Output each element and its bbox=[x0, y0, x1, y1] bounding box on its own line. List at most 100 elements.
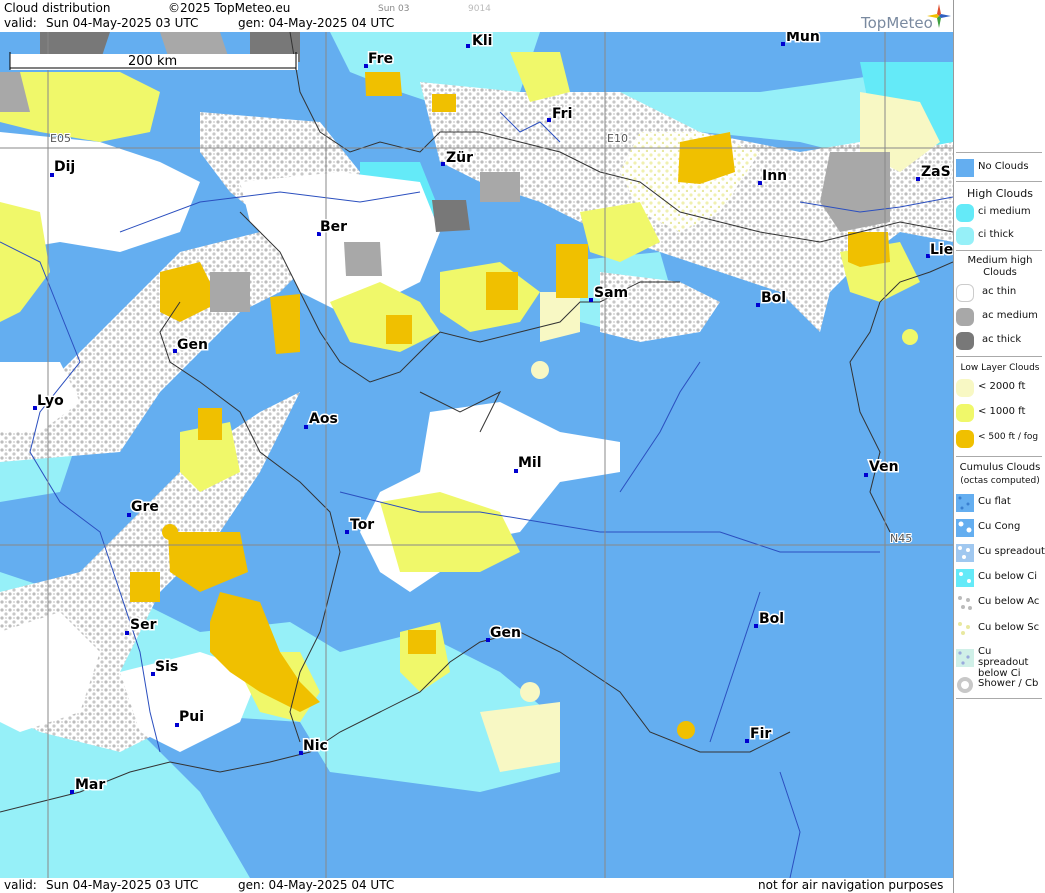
legend-cu-spreadout: Cu spreadout bbox=[954, 542, 1045, 564]
swatch-cu-cong bbox=[956, 519, 974, 537]
city-label: Tor bbox=[350, 517, 374, 533]
swatch-cu-below-ci bbox=[956, 569, 974, 587]
legend-cu-below-sc: Cu below Sc bbox=[954, 618, 1045, 640]
city-label: Mil bbox=[518, 455, 542, 471]
ac-medium-area bbox=[344, 242, 382, 276]
small-code: 9014 bbox=[468, 4, 491, 14]
legend-ci-medium: ci medium bbox=[954, 202, 1045, 224]
legend-low-1000: < 1000 ft bbox=[954, 402, 1045, 424]
city-label: Dij bbox=[54, 159, 75, 175]
legend-ac-thin: ac thin bbox=[954, 282, 1045, 304]
legend-no-clouds: No Clouds bbox=[954, 157, 1045, 179]
city-label: Zür bbox=[446, 150, 473, 166]
legend-panel: No Clouds High Clouds ci medium ci thick… bbox=[953, 0, 1045, 893]
header: Cloud distribution ©2025 TopMeteo.eu Sun… bbox=[0, 0, 953, 32]
city-label: Nic bbox=[303, 738, 328, 754]
low-500-area bbox=[848, 232, 890, 267]
swatch-ac-medium bbox=[956, 308, 974, 326]
legend-cumulus-title: Cumulus Clouds bbox=[959, 462, 1041, 473]
low-500-area bbox=[365, 72, 402, 96]
logo-text: TopMeteo bbox=[860, 14, 933, 32]
legend-cu-spreadout-below-ci: Cu spreadout below Ci bbox=[954, 644, 1045, 679]
ac-medium-area bbox=[210, 272, 250, 312]
legend-low-title: Low Layer Clouds bbox=[960, 363, 1040, 373]
city-label: Mün bbox=[786, 32, 820, 45]
city-label: Ser bbox=[130, 617, 157, 633]
legend-shower-cb: Shower / Cb bbox=[954, 674, 1045, 696]
city-label: Fir bbox=[750, 726, 771, 742]
topmeteo-logo[interactable]: TopMeteo bbox=[855, 2, 951, 32]
legend-ac-thick: ac thick bbox=[954, 330, 1045, 352]
swatch-shower-cb bbox=[956, 676, 974, 694]
swatch-ac-thick bbox=[956, 332, 974, 350]
swatch-ci-medium bbox=[956, 204, 974, 222]
footer-valid-date: Sun 04-May-2025 03 UTC bbox=[46, 878, 199, 892]
grid-label-n45: N45 bbox=[890, 532, 912, 545]
legend-cu-below-ac: Cu below Ac bbox=[954, 592, 1045, 614]
legend-high-title: High Clouds bbox=[967, 187, 1033, 200]
swatch-cu-spreadout bbox=[956, 544, 974, 562]
legend-cu-cong: Cu Cong bbox=[954, 517, 1045, 539]
city-label: Ber bbox=[320, 219, 347, 235]
legend-medium-title: Medium high Clouds bbox=[967, 255, 1033, 278]
city-label: Lyo bbox=[37, 393, 64, 409]
city-label: Bol bbox=[759, 611, 784, 627]
swatch-low-1000 bbox=[956, 404, 974, 422]
low-500-area bbox=[198, 408, 222, 440]
swatch-ac-thin bbox=[956, 284, 974, 302]
city-label: Pui bbox=[179, 709, 204, 725]
low-500-area bbox=[130, 572, 160, 602]
city-label: Fri bbox=[552, 106, 572, 122]
city-label: Inn bbox=[762, 168, 787, 184]
swatch-cu-below-sc bbox=[956, 620, 974, 638]
gen-time: gen: 04-May-2025 04 UTC bbox=[238, 16, 395, 30]
city-label: Lie bbox=[930, 242, 953, 258]
swatch-cu-flat bbox=[956, 494, 974, 512]
legend-low-2000: < 2000 ft bbox=[954, 377, 1045, 399]
cloud-map[interactable]: E05 E10 N45 200 km Kli Mün Fre Fri Dij Z… bbox=[0, 32, 953, 878]
city-label: Ven bbox=[869, 459, 899, 475]
legend-cu-flat: Cu flat bbox=[954, 492, 1045, 514]
city-label: Gen bbox=[490, 625, 521, 641]
grid-label-e10: E10 bbox=[607, 132, 628, 145]
copyright: ©2025 TopMeteo.eu bbox=[168, 1, 291, 15]
map-canvas[interactable]: E05 E10 N45 200 km Kli Mün Fre Fri Dij Z… bbox=[0, 32, 953, 878]
legend-cu-below-ci: Cu below Ci bbox=[954, 567, 1045, 589]
ac-medium-area bbox=[480, 172, 520, 202]
city-label: Aos bbox=[309, 411, 338, 427]
city-label: Gre bbox=[131, 499, 159, 515]
scale-bar: 200 km bbox=[9, 52, 298, 70]
city-label: Bol bbox=[761, 290, 786, 306]
valid-label: valid: bbox=[4, 16, 37, 30]
footer-gen-time: gen: 04-May-2025 04 UTC bbox=[238, 878, 395, 892]
swatch-cu-below-ac bbox=[956, 594, 974, 612]
city-label: Sam bbox=[594, 285, 628, 301]
city-label: Mar bbox=[75, 777, 105, 793]
footer-valid-label: valid: bbox=[4, 878, 37, 892]
low-500-area bbox=[386, 315, 412, 344]
scale-label: 200 km bbox=[128, 54, 177, 69]
swatch-ci-thick bbox=[956, 227, 974, 245]
low-500-area bbox=[556, 244, 588, 298]
city-label: Sis bbox=[155, 659, 178, 675]
footer: valid: Sun 04-May-2025 03 UTC gen: 04-Ma… bbox=[0, 878, 953, 893]
map-title: Cloud distribution bbox=[4, 1, 111, 15]
disclaimer: not for air navigation purposes bbox=[758, 878, 944, 892]
city-label: Gen bbox=[177, 337, 208, 353]
low-500-area bbox=[486, 272, 518, 310]
swatch-low-500 bbox=[956, 430, 974, 448]
swatch-no-clouds bbox=[956, 159, 974, 177]
small-time: Sun 03 bbox=[378, 4, 410, 14]
valid-date: Sun 04-May-2025 03 UTC bbox=[46, 16, 199, 30]
low-500-area bbox=[408, 630, 436, 654]
legend-low-500: < 500 ft / fog bbox=[954, 428, 1045, 450]
legend-ci-thick: ci thick bbox=[954, 225, 1045, 247]
legend-cumulus-subtitle: (octas computed) bbox=[960, 476, 1040, 486]
city-label: Fre bbox=[368, 51, 393, 67]
low-500-area bbox=[432, 94, 456, 112]
grid-label-e05: E05 bbox=[50, 132, 71, 145]
swatch-low-2000 bbox=[956, 379, 974, 397]
legend-ac-medium: ac medium bbox=[954, 306, 1045, 328]
city-label: Kli bbox=[472, 33, 492, 49]
city-label: ZaS bbox=[921, 164, 951, 180]
